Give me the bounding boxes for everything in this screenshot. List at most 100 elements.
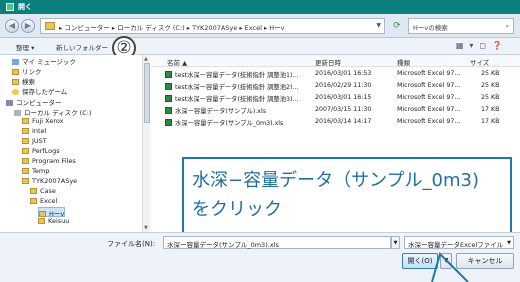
file-date: 2016/02/29 11:30 (315, 82, 372, 89)
search-icon: ⌕ (505, 22, 509, 30)
sidebar-item-label: PerfLogs (32, 147, 60, 155)
sidebar-item[interactable]: JUST (22, 137, 47, 147)
sidebar-item[interactable]: マイ ミュージック (12, 56, 76, 66)
sidebar-item[interactable]: 検索 (12, 76, 35, 86)
excel-file-icon (165, 83, 172, 90)
folder-icon (45, 22, 55, 30)
sidebar-item[interactable]: PerfLogs (22, 147, 60, 157)
search-input[interactable]: Hーvの検索 ⌕ (408, 18, 514, 34)
file-type-select[interactable]: 水深ー容量データExcelファイル ▼ (404, 236, 514, 249)
file-row[interactable]: 水深ー容量データ(サンプル_0m3).xls 2016/03/14 14:17 Mi… (151, 117, 520, 128)
file-name: 水深ー容量データ(サンプル_0m3).xls (175, 120, 284, 127)
scroll-down-icon[interactable]: ▼ (144, 225, 148, 231)
view-options-icons[interactable]: ▦▾◻❓ (456, 41, 508, 50)
folder-icon (38, 218, 45, 224)
sidebar-item[interactable]: Program Files (22, 157, 76, 167)
cancel-button[interactable]: キャンセル (456, 253, 514, 269)
folder-icon (22, 138, 29, 144)
file-name: 水深ー容量データ(サンプル).xls (175, 108, 267, 115)
open-button[interactable]: 開く(O) (402, 253, 438, 269)
excel-file-icon (165, 119, 172, 126)
file-size: 17 KB (481, 118, 500, 125)
column-date[interactable]: 更新日時 (315, 57, 341, 67)
star-icon (12, 89, 19, 95)
app-icon (6, 3, 14, 11)
sidebar-item-label: Keisuu (48, 217, 70, 225)
file-list-header: 名前 ▲ 更新日時 種類 サイズ (151, 55, 520, 67)
file-date: 2007/03/15 11:30 (315, 106, 372, 113)
file-row[interactable]: test水深ー容量データ(技術指針 調整池2)... 2016/02/29 11:… (151, 81, 520, 92)
sidebar-item-label: マイ ミュージック (22, 58, 76, 66)
sidebar-item-label: JUST (32, 137, 47, 145)
chevron-down-icon[interactable]: ▼ (376, 22, 381, 29)
forward-button[interactable]: ▶ (21, 19, 35, 33)
scroll-up-icon[interactable]: ▲ (144, 56, 148, 62)
instruction-callout: 水深−容量データ（サンプル_0m3) をクリック (182, 157, 512, 235)
sidebar-item[interactable]: Intel (22, 127, 46, 137)
sidebar-item-label: Temp (32, 167, 50, 175)
file-type: Microsoft Excel 97... (397, 94, 461, 101)
address-bar: ◀ ▶ ▸ コンピューター ▸ ローカル ディスク (C:) ▸ TYK2007… (0, 14, 520, 38)
folder-icon (22, 118, 29, 124)
filename-dropdown-icon[interactable]: ▼ (391, 236, 400, 249)
folder-icon (22, 168, 29, 174)
sidebar-item-label: コンピューター (16, 99, 62, 107)
sidebar-item[interactable]: Hーv (38, 207, 66, 218)
sidebar-item[interactable]: Excel (30, 197, 57, 207)
sidebar-item[interactable]: リンク (12, 66, 42, 76)
excel-file-icon (165, 71, 172, 78)
refresh-icon[interactable]: ⟳ (390, 20, 404, 32)
folder-icon (22, 158, 29, 164)
filename-field[interactable]: 水深ー容量データ(サンプル_0m3).xls (163, 236, 391, 249)
filename-label: ファイル名(N): (107, 240, 156, 248)
open-options-button[interactable]: ▼ (440, 253, 452, 269)
sidebar-item[interactable]: Temp (22, 167, 49, 177)
folder-icon (30, 188, 37, 194)
sidebar-item-label: Excel (40, 197, 58, 205)
sidebar-item[interactable]: 保存したゲーム (12, 86, 67, 96)
organize-menu[interactable]: 整理 ▾ (16, 42, 34, 52)
file-type: Microsoft Excel 97... (397, 106, 461, 113)
folder-icon (12, 79, 19, 85)
new-folder-button[interactable]: 新しいフォルダー (56, 42, 108, 52)
sidebar-item[interactable]: コンピューター (6, 97, 62, 107)
excel-file-icon (165, 95, 172, 102)
sidebar-item-label: Intel (32, 127, 47, 135)
sidebar-item-label: Fuji Xerox (32, 117, 64, 125)
column-name[interactable]: 名前 ▲ (167, 57, 187, 67)
column-size[interactable]: サイズ (470, 57, 489, 67)
sidebar-item[interactable]: ローカル ディスク (C:) (14, 107, 91, 117)
window-title: 開く (18, 3, 32, 11)
file-row[interactable]: test水深ー容量データ(技術指針 調整池3)... 2016/03/01 16:… (151, 93, 520, 104)
sidebar-item[interactable]: Case (30, 187, 56, 197)
pc-icon (6, 100, 13, 106)
file-name: test水深ー容量データ(技術指針 調整池3)... (175, 96, 299, 103)
file-date: 2016/03/14 14:17 (315, 118, 372, 125)
sidebar-item-label: Case (40, 187, 56, 195)
sidebar-item[interactable]: TYK2007ASye (22, 177, 77, 187)
sidebar-item-label: TYK2007ASye (32, 177, 78, 185)
file-type: Microsoft Excel 97... (397, 70, 461, 77)
toolbar: 整理 ▾ 新しいフォルダー ▦▾◻❓ (0, 38, 520, 55)
sidebar-item-label: 検索 (22, 78, 35, 86)
file-date: 2016/03/01 16:15 (315, 94, 372, 101)
scroll-thumb[interactable] (144, 63, 150, 123)
back-button[interactable]: ◀ (5, 19, 19, 33)
footer-panel: ファイル名(N): 水深ー容量データ(サンプル_0m3).xls ▼ 水深ー容量… (0, 232, 520, 282)
file-size: 25 KB (481, 82, 500, 89)
file-name: test水深ー容量データ(技術指針 調整池2)... (175, 84, 299, 91)
column-type[interactable]: 種類 (397, 57, 410, 67)
folder-icon (22, 148, 29, 154)
sidebar-item[interactable]: Keisuu (38, 217, 69, 227)
sidebar-item[interactable]: Fuji Xerox (22, 117, 64, 127)
file-size: 17 KB (481, 106, 500, 113)
sidebar-item-label: リンク (22, 68, 42, 76)
file-row[interactable]: test水深ー容量データ(技術指針 調整池1)... 2016/03/01 16:… (151, 69, 520, 80)
file-row[interactable]: 水深ー容量データ(サンプル).xls 2007/03/15 11:30 Micros… (151, 105, 520, 116)
navigation-scrollbar[interactable]: ▲ ▼ (142, 55, 150, 232)
path-breadcrumb[interactable]: ▸ コンピューター ▸ ローカル ディスク (C:) ▸ TYK2007ASye… (40, 18, 385, 34)
callout-line-1: 水深−容量データ（サンプル_0m3) (192, 170, 480, 191)
folder-icon (22, 178, 29, 184)
drive-icon (14, 110, 21, 116)
search-placeholder: Hーvの検索 (413, 24, 448, 32)
